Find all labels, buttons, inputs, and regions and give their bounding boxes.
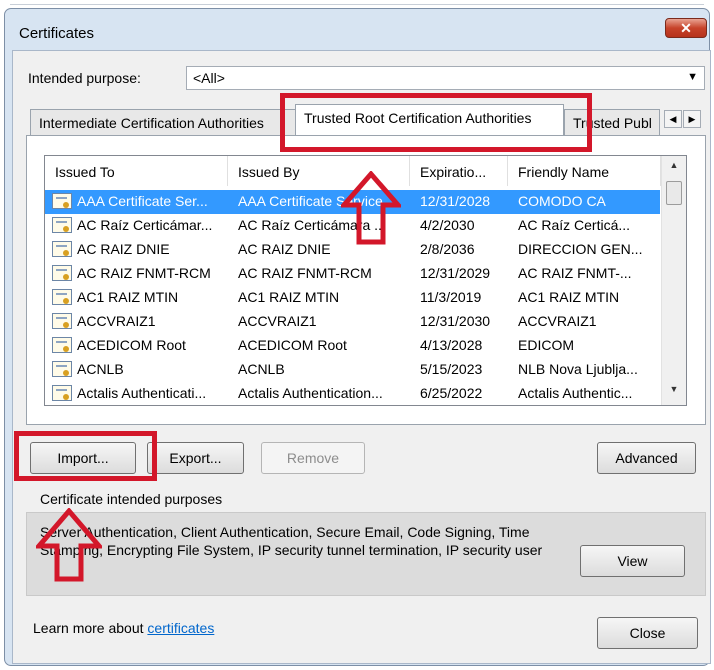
certificates-link[interactable]: certificates	[147, 620, 214, 636]
cell-expiration: 12/31/2028	[420, 193, 491, 209]
certificate-icon	[52, 193, 72, 209]
cell-issued-by: ACCVRAIZ1	[238, 313, 317, 329]
background-divider	[10, 4, 704, 5]
intended-purpose-value: <All>	[193, 70, 225, 86]
column-header-expiration[interactable]: Expiratio...	[410, 156, 508, 186]
tab-label: Intermediate Certification Authorities	[39, 115, 264, 131]
cell-friendly-name: COMODO CA	[518, 193, 606, 209]
cell-issued-by: ACEDICOM Root	[238, 337, 347, 353]
tab-trusted-root-certification-authorities[interactable]: Trusted Root Certification Authorities	[295, 104, 564, 135]
intended-purpose-label: Intended purpose:	[28, 70, 141, 86]
list-vertical-scrollbar[interactable]: ▲ ▼	[661, 156, 686, 405]
cell-issued-to: ACCVRAIZ1	[77, 313, 156, 329]
certificate-icon	[52, 241, 72, 257]
scrollbar-thumb[interactable]	[666, 181, 682, 205]
cell-issued-to: AC Raíz Certicámar...	[77, 217, 213, 233]
chevron-left-icon: ◀	[669, 114, 677, 124]
cell-issued-to: Actalis Authenticati...	[77, 385, 207, 401]
annotation-highlight-import-button	[14, 431, 157, 481]
remove-button-label: Remove	[286, 450, 340, 466]
cell-friendly-name: AC1 RAIZ MTIN	[518, 289, 620, 305]
cell-expiration: 11/3/2019	[420, 289, 482, 305]
learn-more-text: Learn more about certificates	[33, 620, 214, 636]
cell-issued-by: AC RAIZ FNMT-RCM	[238, 265, 372, 281]
scroll-down-icon[interactable]: ▼	[662, 384, 686, 402]
cell-expiration: 12/31/2029	[420, 265, 491, 281]
close-button[interactable]: Close	[597, 617, 698, 649]
cell-expiration: 12/31/2030	[420, 313, 491, 329]
cell-friendly-name: NLB Nova Ljublja...	[518, 361, 638, 377]
advanced-button-label: Advanced	[615, 450, 678, 466]
cell-friendly-name: DIRECCION GEN...	[518, 241, 643, 257]
cell-expiration: 4/2/2030	[420, 217, 475, 233]
cell-issued-to: AAA Certificate Ser...	[77, 193, 208, 209]
certificate-icon	[52, 361, 72, 377]
tab-label: Trusted Root Certification Authorities	[304, 110, 532, 126]
learn-more-prefix: Learn more about	[33, 620, 148, 636]
cell-issued-to: ACNLB	[77, 361, 124, 377]
certificate-icon	[52, 385, 72, 401]
close-window-button[interactable]: ✕	[665, 18, 707, 38]
scroll-up-icon[interactable]: ▲	[662, 160, 686, 178]
dialog-title: Certificates	[19, 25, 95, 42]
column-header-friendly-name[interactable]: Friendly Name	[508, 156, 661, 186]
certificate-icon	[52, 265, 72, 281]
intended-purpose-select[interactable]: <All> ▼	[186, 66, 705, 90]
table-row[interactable]: ACEDICOM Root ACEDICOM Root 4/13/2028 ED…	[45, 334, 660, 358]
view-button[interactable]: View	[580, 545, 685, 577]
table-row[interactable]: AC1 RAIZ MTIN AC1 RAIZ MTIN 11/3/2019 AC…	[45, 286, 660, 310]
intended-purposes-text: Server Authentication, Client Authentica…	[40, 524, 543, 558]
column-header-label: Issued By	[238, 164, 300, 180]
chevron-down-icon: ▼	[687, 71, 698, 83]
intended-purposes-title: Certificate intended purposes	[40, 491, 223, 507]
export-button-label: Export...	[169, 450, 222, 466]
tab-intermediate-certification-authorities[interactable]: Intermediate Certification Authorities	[30, 109, 298, 135]
cell-expiration: 2/8/2036	[420, 241, 475, 257]
cell-friendly-name: ACCVRAIZ1	[518, 313, 597, 329]
cell-issued-to: AC RAIZ DNIE	[77, 241, 170, 257]
column-header-issued-to[interactable]: Issued To	[45, 156, 228, 186]
remove-button[interactable]: Remove	[261, 442, 365, 474]
certificate-icon	[52, 313, 72, 329]
close-icon: ✕	[680, 20, 692, 36]
cell-expiration: 4/13/2028	[420, 337, 483, 353]
tab-scroll-left-button[interactable]: ◀	[664, 110, 682, 128]
table-row[interactable]: AC RAIZ FNMT-RCM AC RAIZ FNMT-RCM 12/31/…	[45, 262, 660, 286]
cell-issued-by: AC1 RAIZ MTIN	[238, 289, 340, 305]
cell-friendly-name: Actalis Authentic...	[518, 385, 633, 401]
table-row[interactable]: Actalis Authenticati... Actalis Authenti…	[45, 382, 660, 405]
cell-friendly-name: EDICOM	[518, 337, 574, 353]
certificate-icon	[52, 289, 72, 305]
column-header-label: Issued To	[55, 164, 115, 180]
advanced-button[interactable]: Advanced	[597, 442, 696, 474]
cell-issued-to: AC RAIZ FNMT-RCM	[77, 265, 211, 281]
cell-expiration: 6/25/2022	[420, 385, 483, 401]
annotation-arrow-import	[36, 508, 102, 582]
cell-issued-by: Actalis Authentication...	[238, 385, 383, 401]
table-row[interactable]: ACCVRAIZ1 ACCVRAIZ1 12/31/2030 ACCVRAIZ1	[45, 310, 660, 334]
certificate-icon	[52, 217, 72, 233]
view-button-label: View	[617, 553, 648, 569]
column-header-label: Expiratio...	[420, 164, 487, 180]
column-header-label: Friendly Name	[518, 164, 610, 180]
cell-expiration: 5/15/2023	[420, 361, 483, 377]
close-button-label: Close	[629, 625, 666, 641]
cell-issued-to: AC1 RAIZ MTIN	[77, 289, 179, 305]
annotation-arrow-tab	[341, 171, 401, 245]
cell-friendly-name: AC Raíz Certicá...	[518, 217, 631, 233]
tab-scroll-right-button[interactable]: ▶	[683, 110, 701, 128]
cell-friendly-name: AC RAIZ FNMT-...	[518, 265, 632, 281]
export-button[interactable]: Export...	[147, 442, 244, 474]
cell-issued-to: ACEDICOM Root	[77, 337, 186, 353]
chevron-right-icon: ▶	[688, 114, 696, 124]
certificate-icon	[52, 337, 72, 353]
cell-issued-by: ACNLB	[238, 361, 285, 377]
table-row[interactable]: ACNLB ACNLB 5/15/2023 NLB Nova Ljublja..…	[45, 358, 660, 382]
